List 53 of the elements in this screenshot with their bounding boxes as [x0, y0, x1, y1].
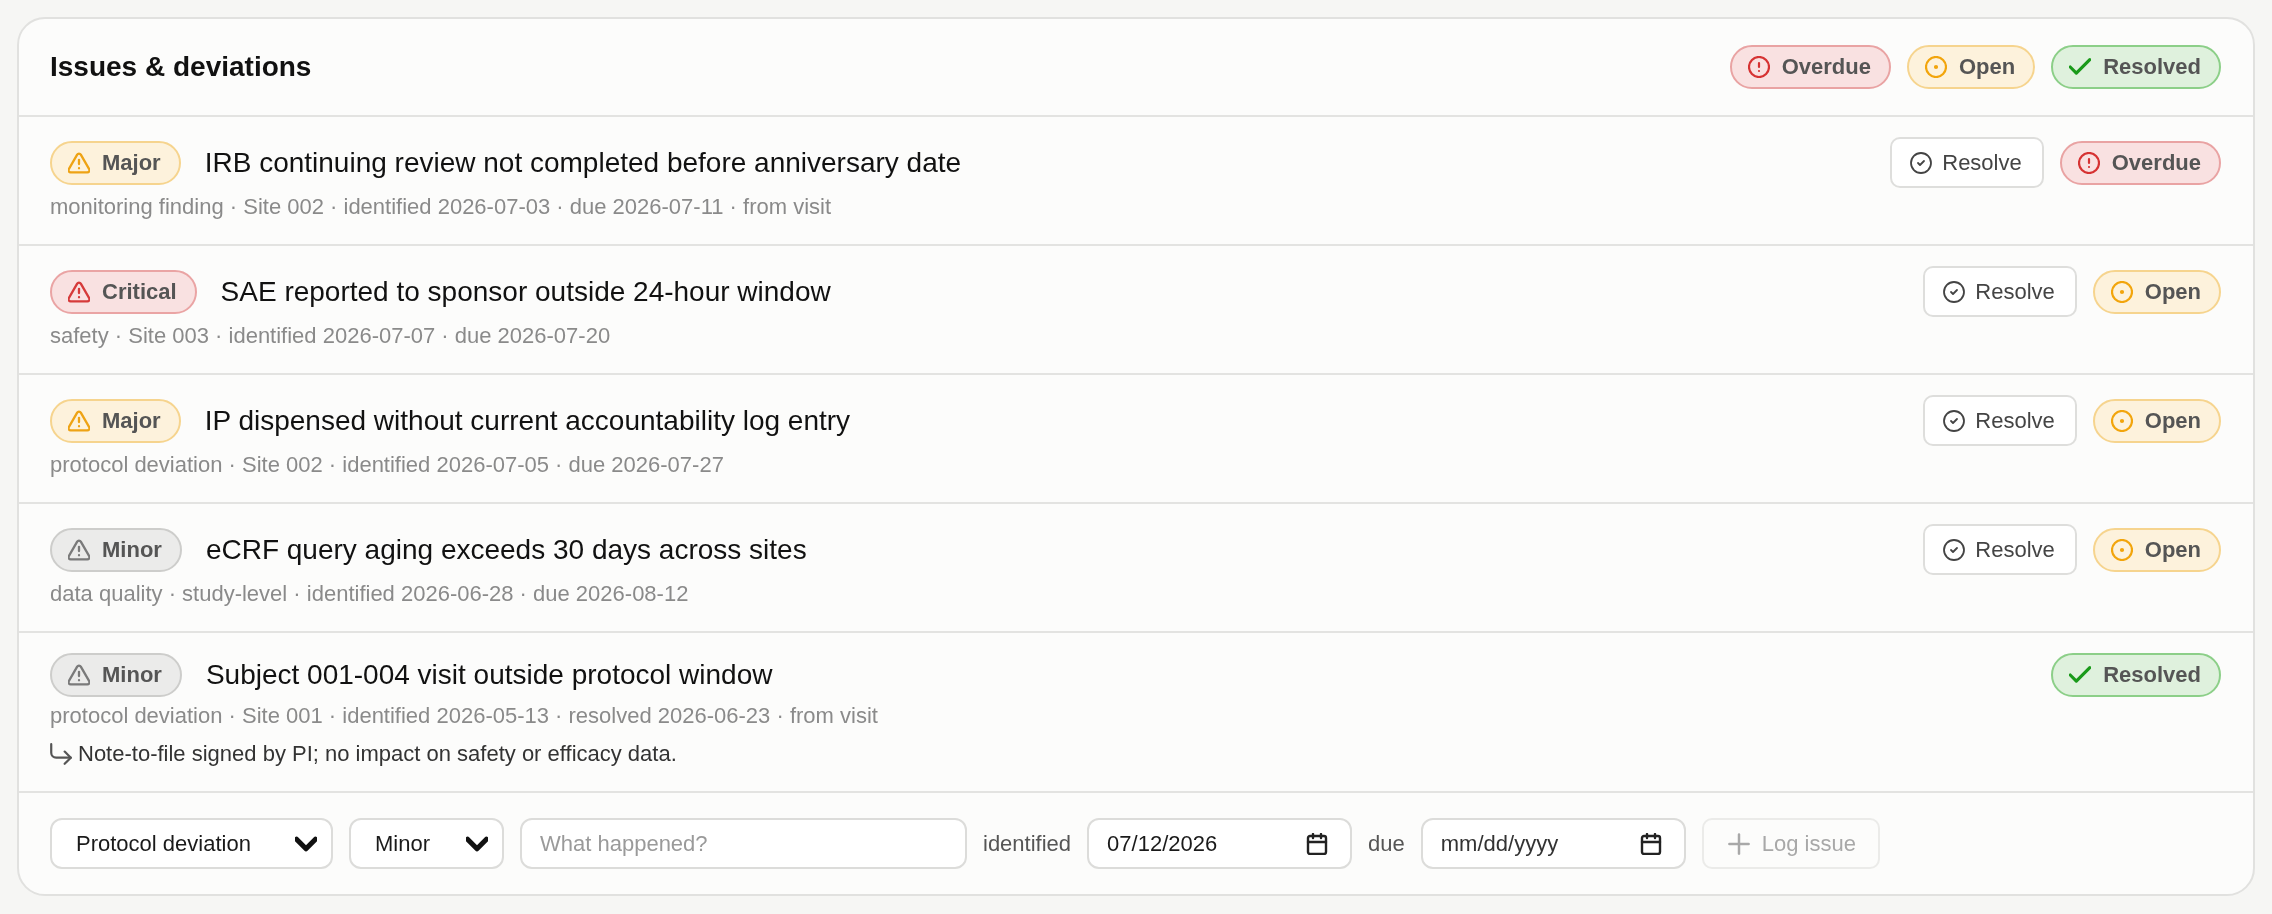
check-icon	[2069, 56, 2092, 78]
severity-select[interactable]: Minor	[349, 818, 504, 869]
identified-date-field[interactable]: 07/12/2026	[1087, 818, 1353, 869]
panel-title: Issues & deviations	[50, 51, 312, 83]
issue-title: IRB continuing review not completed before anniversary date	[204, 146, 962, 179]
resolve-button[interactable]: Resolve	[1923, 266, 2077, 317]
status-label: Open	[2144, 536, 2201, 563]
check-circle-icon	[1910, 151, 1933, 174]
plus-icon	[1727, 832, 1750, 855]
issue-title: Subject 001-004 visit outside protocol window	[205, 659, 773, 691]
warning-icon	[68, 151, 90, 174]
issue-meta: safety · Site 003 · identified 2026-07-07 · due 2026-07-20	[50, 322, 612, 350]
status-label: Open	[2144, 278, 2201, 305]
resolve-button[interactable]: Resolve	[1923, 395, 2077, 446]
check-circle-icon	[1943, 409, 1966, 432]
calendar-icon	[1306, 832, 1329, 855]
status-label: Open	[2144, 407, 2201, 434]
status-label: Resolved	[2103, 662, 2201, 688]
due-date-field[interactable]: mm/dd/yyyy	[1420, 818, 1686, 869]
description-input[interactable]: What happened?	[520, 818, 967, 869]
issue-meta: protocol deviation · Site 001 · identified 2026-05-13 · resolved 2026-06-23 · from visit	[50, 702, 879, 730]
severity-label: Major	[102, 149, 161, 176]
status-label: Open	[1958, 54, 2016, 80]
issue-title: eCRF query aging exceeds 30 days across sites	[205, 533, 807, 566]
issue-meta: data quality · study-level · identified 2026-06-28 · due 2026-08-12	[50, 580, 690, 608]
alert-icon	[2077, 151, 2100, 174]
severity-label: Minor	[102, 662, 162, 688]
status-label: Overdue	[2111, 149, 2201, 176]
warning-icon	[68, 538, 90, 561]
issue-note: Note-to-file signed by PI; no impact on safety or efficacy data.	[78, 740, 677, 768]
warning-icon	[68, 280, 90, 303]
issue-meta: monitoring finding · Site 002 · identified 2026-07-03 · due 2026-07-11 · from visit	[50, 193, 833, 221]
status-label: Resolved	[2103, 54, 2201, 80]
resolve-button[interactable]: Resolve	[1890, 137, 2044, 188]
corner-arrow-icon	[50, 743, 72, 765]
status-label: Overdue	[1781, 54, 1871, 80]
severity-label: Major	[102, 407, 161, 434]
severity-label: Critical	[102, 278, 177, 305]
alert-icon	[1747, 56, 1770, 78]
issue-title: SAE reported to sponsor outside 24-hour window	[220, 275, 831, 308]
due-label: due	[1368, 830, 1405, 857]
check-circle-icon	[1943, 280, 1966, 303]
warning-icon	[68, 409, 90, 432]
severity-label: Minor	[102, 536, 162, 563]
check-circle-icon	[1943, 538, 1966, 561]
issue-title: IP dispensed without current accountability log entry	[204, 404, 851, 437]
identified-label: identified	[983, 830, 1072, 857]
issue-meta: protocol deviation · Site 002 · identified 2026-07-05 · due 2026-07-27	[50, 451, 725, 479]
warning-icon	[68, 664, 90, 686]
check-icon	[2069, 664, 2092, 686]
category-select[interactable]: Protocol deviation	[50, 818, 333, 869]
resolve-button[interactable]: Resolve	[1923, 524, 2077, 575]
calendar-icon	[1639, 832, 1662, 855]
